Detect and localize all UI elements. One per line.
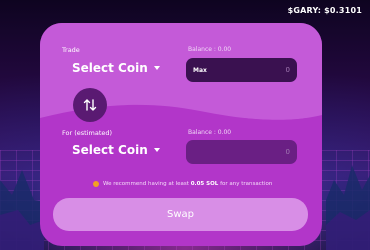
- sol-recommendation-notice: We recommend having at least 0.05 SOL fo…: [93, 181, 293, 187]
- chevron-down-icon: [153, 148, 160, 152]
- to-coin-select-label: Select Coin: [72, 143, 148, 157]
- to-coin-select[interactable]: Select Coin: [72, 143, 160, 157]
- notice-text: We recommend having at least 0.05 SOL fo…: [103, 181, 272, 187]
- from-coin-select-label: Select Coin: [72, 61, 148, 75]
- notice-prefix: We recommend having at least: [103, 181, 189, 187]
- swap-card: Trade Balance : 0.00 Select Coin Max 0 F…: [40, 23, 322, 246]
- from-coin-select[interactable]: Select Coin: [72, 61, 160, 75]
- swap-button[interactable]: Swap: [53, 198, 308, 231]
- notice-suffix: for any transaction: [220, 181, 273, 187]
- chevron-down-icon: [153, 66, 160, 70]
- to-balance: Balance : 0.00: [188, 129, 232, 136]
- swap-arrows-icon: [83, 99, 97, 111]
- from-balance: Balance : 0.00: [188, 46, 232, 53]
- max-button[interactable]: Max: [193, 67, 207, 74]
- trade-label: Trade: [62, 46, 80, 54]
- token-price: $GARY: $0.3101: [287, 6, 362, 15]
- switch-direction-button[interactable]: [73, 88, 107, 122]
- to-amount-value: 0: [285, 148, 290, 156]
- to-amount-field[interactable]: 0: [186, 140, 297, 164]
- from-amount-field[interactable]: Max 0: [186, 58, 297, 82]
- from-amount-value: 0: [285, 66, 290, 74]
- notice-amount: 0.05 SOL: [190, 181, 219, 187]
- warning-icon: [93, 181, 99, 187]
- for-label: For (estimated): [62, 129, 113, 137]
